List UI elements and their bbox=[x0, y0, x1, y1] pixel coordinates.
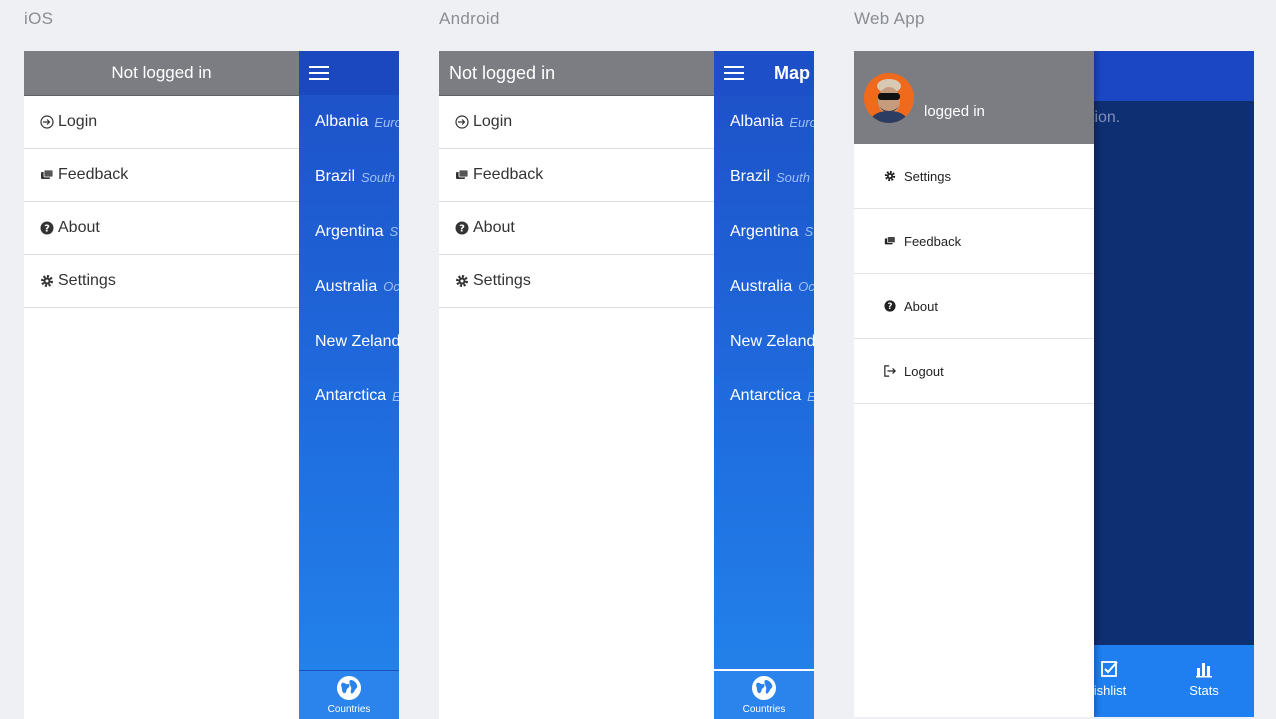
menu-item-about[interactable]: ? About bbox=[24, 202, 299, 255]
user-status: logged in bbox=[924, 103, 985, 120]
tab-label: Countries bbox=[742, 704, 786, 715]
drawer-title: Not logged in bbox=[111, 63, 212, 82]
menu-item-login[interactable]: Login bbox=[24, 96, 299, 149]
menu-item-about[interactable]: ? About bbox=[854, 274, 1094, 339]
side-drawer: Not logged in Login Feedback ? About Set… bbox=[439, 51, 714, 719]
menu-item-feedback[interactable]: Feedback bbox=[854, 209, 1094, 274]
menu-item-label: Feedback bbox=[473, 166, 544, 183]
menu-item-login[interactable]: Login bbox=[439, 96, 714, 149]
list-item[interactable]: Brazil South bbox=[714, 150, 814, 205]
menu-item-label: Logout bbox=[904, 363, 944, 379]
top-bar bbox=[299, 51, 399, 95]
menu-item-label: About bbox=[904, 298, 938, 314]
list-item[interactable]: New Zeland bbox=[299, 314, 399, 369]
question-icon: ? bbox=[40, 221, 54, 235]
tab-label: Stats bbox=[1189, 683, 1219, 698]
svg-text:?: ? bbox=[459, 224, 465, 235]
drawer-header: Not logged in bbox=[439, 51, 714, 96]
side-drawer: Not logged in Login Feedback ? About Set… bbox=[24, 51, 299, 719]
gear-icon bbox=[40, 274, 54, 288]
list-item[interactable]: AntarcticaE bbox=[714, 369, 814, 424]
list-item[interactable]: AlbaniaEuro bbox=[714, 95, 814, 150]
list-item[interactable]: New Zeland bbox=[714, 314, 814, 369]
menu-item-logout[interactable]: Logout bbox=[854, 339, 1094, 404]
list-item[interactable]: Brazil South bbox=[299, 150, 399, 205]
topbar-title: Map bbox=[774, 62, 810, 83]
drawer-header: Not logged in bbox=[24, 51, 299, 96]
gear-icon bbox=[455, 274, 469, 288]
feedback-icon bbox=[455, 168, 469, 182]
drawer-title: Not logged in bbox=[449, 62, 556, 83]
menu-item-label: Settings bbox=[58, 272, 116, 289]
login-icon bbox=[455, 115, 469, 129]
menu-item-label: About bbox=[473, 219, 515, 236]
top-bar: Map bbox=[714, 51, 814, 95]
menu-item-label: Feedback bbox=[904, 233, 962, 249]
platform-label-web: Web App bbox=[854, 9, 925, 28]
login-icon bbox=[40, 115, 54, 129]
menu-item-feedback[interactable]: Feedback bbox=[24, 149, 299, 202]
tab-countries[interactable]: Countries bbox=[327, 671, 371, 715]
platform-label-android: Android bbox=[439, 9, 500, 28]
feedback-icon bbox=[40, 168, 54, 182]
menu-item-label: Settings bbox=[473, 272, 531, 289]
list-item[interactable]: AntarcticaE bbox=[299, 369, 399, 424]
avatar[interactable] bbox=[864, 72, 914, 123]
gear-icon bbox=[884, 170, 896, 182]
svg-text:?: ? bbox=[44, 224, 50, 235]
question-icon: ? bbox=[455, 221, 469, 235]
menu-item-label: Feedback bbox=[58, 166, 129, 183]
bar-chart-icon bbox=[1174, 659, 1234, 683]
tab-bar: Countries bbox=[299, 670, 399, 719]
android-screen: Not logged in Login Feedback ? About Set… bbox=[439, 51, 814, 719]
menu-item-settings[interactable]: Settings bbox=[439, 255, 714, 308]
hamburger-menu-icon[interactable] bbox=[309, 66, 329, 80]
menu-item-label: Login bbox=[473, 113, 513, 130]
main-content: AlbaniaEuro BrazilSouth ArgentinaS Austr… bbox=[299, 51, 399, 719]
list-item[interactable]: Argentina S bbox=[714, 205, 814, 260]
hamburger-menu-icon[interactable] bbox=[724, 66, 744, 80]
menu-item-settings[interactable]: Settings bbox=[854, 144, 1094, 209]
drawer-header: logged in bbox=[854, 51, 1094, 144]
platform-label-ios: iOS bbox=[24, 9, 54, 28]
menu-item-about[interactable]: ? About bbox=[439, 202, 714, 255]
tab-stats[interactable]: Stats bbox=[1174, 659, 1234, 698]
tab-label: ishlist bbox=[1093, 683, 1127, 698]
menu-item-settings[interactable]: Settings bbox=[24, 255, 299, 308]
menu-item-feedback[interactable]: Feedback bbox=[439, 149, 714, 202]
feedback-icon bbox=[884, 235, 896, 247]
background-text: tion. bbox=[1090, 109, 1121, 126]
tab-label: Countries bbox=[327, 704, 371, 715]
web-screen: tion. ishlist Stats logged in Settings F… bbox=[854, 51, 1254, 717]
globe-icon bbox=[336, 675, 362, 704]
list-item[interactable]: Australia Oc bbox=[299, 259, 399, 314]
question-icon: ? bbox=[884, 300, 896, 312]
logout-icon bbox=[884, 365, 896, 377]
list-item[interactable]: Argentina S bbox=[299, 205, 399, 260]
side-drawer: logged in Settings Feedback ? About Logo… bbox=[854, 51, 1094, 717]
tab-countries[interactable]: Countries bbox=[742, 671, 786, 715]
menu-item-label: Settings bbox=[904, 168, 951, 184]
globe-icon bbox=[751, 675, 777, 704]
list-item[interactable]: AlbaniaEuro bbox=[299, 95, 399, 150]
menu-item-label: Login bbox=[58, 113, 98, 130]
tab-bar: Countries bbox=[714, 669, 814, 719]
list-item[interactable]: Australia Oc bbox=[714, 259, 814, 314]
main-content: Map AlbaniaEuro BrazilSouth ArgentinaS A… bbox=[714, 51, 814, 719]
svg-text:?: ? bbox=[888, 302, 893, 312]
ios-screen: Not logged in Login Feedback ? About Set… bbox=[24, 51, 399, 719]
menu-item-label: About bbox=[58, 219, 100, 236]
